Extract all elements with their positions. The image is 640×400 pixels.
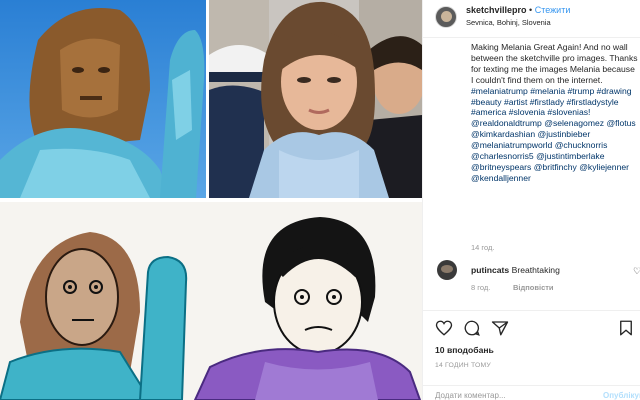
sketch-drawing bbox=[0, 202, 422, 400]
author-line: sketchvillepro • Стежити bbox=[466, 5, 570, 15]
comment-like-heart-icon[interactable]: ♡ bbox=[633, 266, 640, 277]
post-comment-button[interactable]: Опублікувати bbox=[603, 391, 640, 400]
add-comment-bar: Опублікувати bbox=[423, 385, 640, 400]
post-location[interactable]: Sevnica, Bohinj, Slovenia bbox=[466, 18, 551, 27]
author-avatar[interactable] bbox=[435, 6, 457, 28]
caption-text: Making Melania Great Again! And no wall … bbox=[471, 42, 638, 85]
author-username[interactable]: sketchvillepro bbox=[466, 5, 527, 15]
post-time-ago: 14 ГОДИН ТОМУ bbox=[435, 362, 491, 369]
portrait-photo bbox=[209, 0, 422, 198]
post-panel: sketchvillepro • Стежити Sevnica, Bohinj… bbox=[422, 0, 640, 400]
action-bar bbox=[423, 310, 640, 340]
post-header: sketchvillepro • Стежити Sevnica, Bohinj… bbox=[423, 0, 640, 38]
comment-item: putincats Breathtaking ♡ 8 год. Відповіс… bbox=[423, 258, 640, 298]
caption-time: 14 год. bbox=[471, 243, 495, 252]
comment-time: 8 год. bbox=[471, 283, 491, 292]
post-caption: Making Melania Great Again! And no wall … bbox=[471, 42, 639, 184]
follow-button[interactable]: Стежити bbox=[535, 5, 571, 15]
commenter-username[interactable]: putincats bbox=[471, 265, 509, 275]
statue-photo bbox=[0, 0, 206, 198]
separator-dot: • bbox=[529, 5, 533, 15]
comment-body: Breathtaking bbox=[511, 265, 560, 275]
comment-input[interactable] bbox=[435, 391, 585, 400]
share-icon[interactable] bbox=[491, 319, 509, 337]
bookmark-icon[interactable] bbox=[617, 319, 635, 337]
comment-text-line: putincats Breathtaking bbox=[471, 265, 560, 275]
post-image-collage[interactable] bbox=[0, 0, 422, 400]
reply-button[interactable]: Відповісти bbox=[513, 283, 554, 292]
likes-count[interactable]: 10 вподобань bbox=[435, 345, 494, 355]
heart-icon[interactable] bbox=[435, 319, 453, 337]
comment-icon[interactable] bbox=[463, 319, 481, 337]
commenter-avatar[interactable] bbox=[437, 260, 457, 280]
caption-hashtags[interactable]: #melaniatrump #melania #trump #drawing #… bbox=[471, 86, 639, 184]
